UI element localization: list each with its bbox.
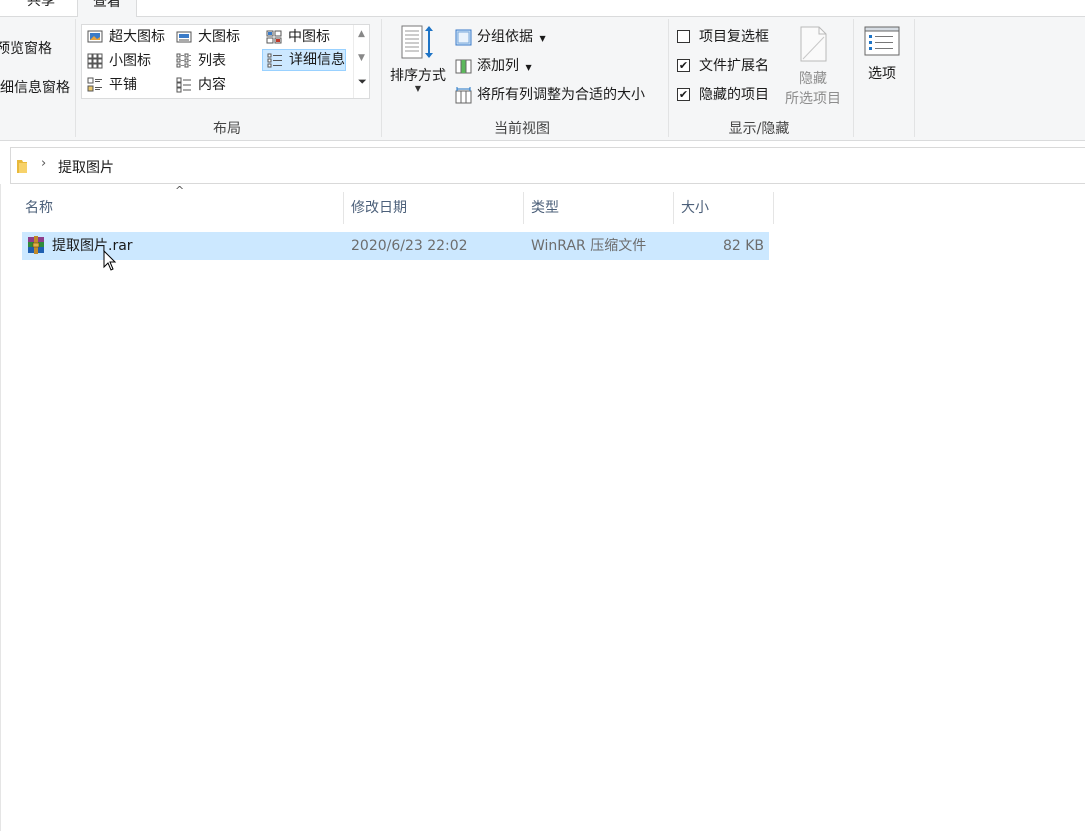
group-separator bbox=[853, 19, 854, 137]
hide-selected-label-line1: 隐藏 bbox=[799, 71, 827, 87]
chevron-down-icon: ▼ bbox=[539, 34, 546, 43]
layout-medium-icons[interactable]: 中图标 bbox=[262, 26, 330, 48]
layout-content[interactable]: 内容 bbox=[172, 74, 226, 96]
size-columns-icon bbox=[455, 87, 472, 104]
layout-details[interactable]: 详细信息 bbox=[262, 49, 346, 71]
ribbon: 预览窗格 详细信息窗格 超大图标 大图标 中图标 小图标 列表 详细信息 bbox=[0, 17, 1085, 141]
file-size: 82 KB bbox=[722, 238, 764, 254]
layout-group-label: 布局 bbox=[213, 121, 241, 137]
gallery-scrollbar[interactable]: ▲ ▼ ⏷ bbox=[353, 25, 369, 98]
layout-item-label: 超大图标 bbox=[109, 29, 165, 45]
layout-item-label: 大图标 bbox=[198, 29, 240, 45]
chevron-down-icon: ▼ bbox=[525, 63, 532, 72]
layout-item-label: 小图标 bbox=[109, 53, 151, 69]
scroll-down-icon[interactable]: ▼ bbox=[358, 53, 365, 63]
column-header-name[interactable]: 名称 bbox=[25, 192, 53, 224]
large-icons-icon bbox=[176, 31, 192, 43]
details-icon bbox=[267, 53, 282, 68]
item-checkboxes-label: 项目复选框 bbox=[699, 29, 769, 45]
mouse-cursor-icon bbox=[103, 250, 117, 271]
medium-icons-icon bbox=[266, 30, 282, 44]
group-separator bbox=[914, 19, 915, 137]
size-all-columns-label: 将所有列调整为合适的大小 bbox=[477, 87, 645, 103]
preview-pane-button[interactable]: 预览窗格 bbox=[0, 38, 52, 58]
layout-large-icons[interactable]: 大图标 bbox=[172, 26, 240, 48]
chevron-down-icon: ▼ bbox=[414, 84, 422, 93]
layout-item-label: 详细信息 bbox=[289, 52, 345, 68]
layout-list[interactable]: 列表 bbox=[172, 50, 226, 72]
group-separator bbox=[75, 19, 76, 137]
add-columns-label: 添加列 bbox=[477, 58, 519, 74]
tiles-icon bbox=[87, 77, 102, 92]
tab-view[interactable]: 查看 bbox=[77, 0, 137, 17]
options-label: 选项 bbox=[868, 66, 896, 82]
layout-item-label: 列表 bbox=[198, 53, 226, 69]
sort-ascending-icon: ^ bbox=[175, 184, 185, 197]
layout-item-label: 内容 bbox=[198, 77, 226, 93]
options-icon bbox=[864, 26, 900, 56]
pane-border bbox=[0, 184, 1, 831]
small-icons-icon bbox=[87, 53, 103, 69]
column-header-size[interactable]: 大小 bbox=[681, 192, 709, 224]
layout-extra-large-icons[interactable]: 超大图标 bbox=[83, 26, 165, 48]
hidden-items-label: 隐藏的项目 bbox=[699, 87, 769, 103]
breadcrumb-item[interactable]: 提取图片 bbox=[58, 157, 114, 177]
hide-selected-label-line2: 所选项目 bbox=[785, 91, 841, 107]
tab-share[interactable]: 共享 bbox=[27, 0, 55, 17]
list-icon bbox=[176, 53, 191, 68]
file-extensions-checkbox[interactable]: ✔ bbox=[677, 59, 690, 72]
hide-selected-items-button[interactable]: 隐藏 所选项目 bbox=[781, 25, 845, 109]
file-extensions-label: 文件扩展名 bbox=[699, 58, 769, 74]
hide-selected-icon bbox=[800, 26, 827, 62]
group-by-label: 分组依据 bbox=[477, 29, 533, 45]
sort-icon bbox=[401, 25, 433, 59]
file-row[interactable]: 提取图片.rar 2020/6/23 22:02 WinRAR 压缩文件 82 … bbox=[22, 232, 769, 260]
hidden-items-toggle[interactable]: ✔ 隐藏的项目 bbox=[677, 84, 769, 106]
hidden-items-checkbox[interactable]: ✔ bbox=[677, 88, 690, 101]
sort-by-label: 排序方式 bbox=[390, 68, 446, 84]
extra-large-icons-icon bbox=[87, 30, 103, 43]
scroll-up-icon[interactable]: ▲ bbox=[358, 29, 365, 39]
item-checkboxes-checkbox[interactable] bbox=[677, 30, 690, 43]
item-checkboxes-toggle[interactable]: 项目复选框 bbox=[677, 26, 769, 48]
column-header-type[interactable]: 类型 bbox=[531, 192, 559, 224]
file-date: 2020/6/23 22:02 bbox=[351, 238, 468, 254]
layout-gallery: 超大图标 大图标 中图标 小图标 列表 详细信息 平铺 内容 ▲ ▼ ⏷ bbox=[81, 24, 370, 99]
gallery-expand-icon[interactable]: ⏷ bbox=[358, 75, 367, 89]
column-divider[interactable] bbox=[673, 192, 674, 224]
layout-item-label: 平铺 bbox=[109, 77, 137, 93]
file-type: WinRAR 压缩文件 bbox=[531, 238, 647, 254]
column-divider[interactable] bbox=[773, 192, 774, 224]
content-icon bbox=[176, 77, 191, 93]
layout-item-label: 中图标 bbox=[288, 29, 330, 45]
size-all-columns-button[interactable]: 将所有列调整为合适的大小 bbox=[455, 84, 645, 106]
layout-tiles[interactable]: 平铺 bbox=[83, 74, 137, 96]
group-by-icon bbox=[455, 29, 472, 46]
add-columns-button[interactable]: 添加列 ▼ bbox=[455, 55, 532, 77]
details-pane-button[interactable]: 详细信息窗格 bbox=[0, 77, 70, 97]
file-name[interactable]: 提取图片.rar bbox=[52, 232, 133, 260]
column-divider[interactable] bbox=[343, 192, 344, 224]
group-by-button[interactable]: 分组依据 ▼ bbox=[455, 26, 546, 48]
column-divider[interactable] bbox=[523, 192, 524, 224]
group-separator bbox=[381, 19, 382, 137]
breadcrumb-chevron-icon[interactable]: › bbox=[41, 156, 46, 171]
show-hide-group-label: 显示/隐藏 bbox=[728, 121, 790, 137]
sort-by-button[interactable]: 排序方式 ▼ bbox=[386, 23, 450, 103]
address-bar[interactable]: › 提取图片 bbox=[10, 147, 1085, 184]
group-separator bbox=[668, 19, 669, 137]
folder-icon bbox=[17, 160, 27, 173]
winrar-archive-icon bbox=[28, 236, 44, 254]
column-header-date[interactable]: 修改日期 bbox=[351, 192, 407, 224]
options-button[interactable]: 选项 bbox=[858, 25, 906, 83]
file-extensions-toggle[interactable]: ✔ 文件扩展名 bbox=[677, 55, 769, 77]
current-view-group-label: 当前视图 bbox=[494, 121, 550, 137]
add-columns-icon bbox=[455, 59, 472, 74]
ribbon-tabs: 共享 查看 bbox=[0, 0, 1085, 17]
layout-small-icons[interactable]: 小图标 bbox=[83, 50, 151, 72]
